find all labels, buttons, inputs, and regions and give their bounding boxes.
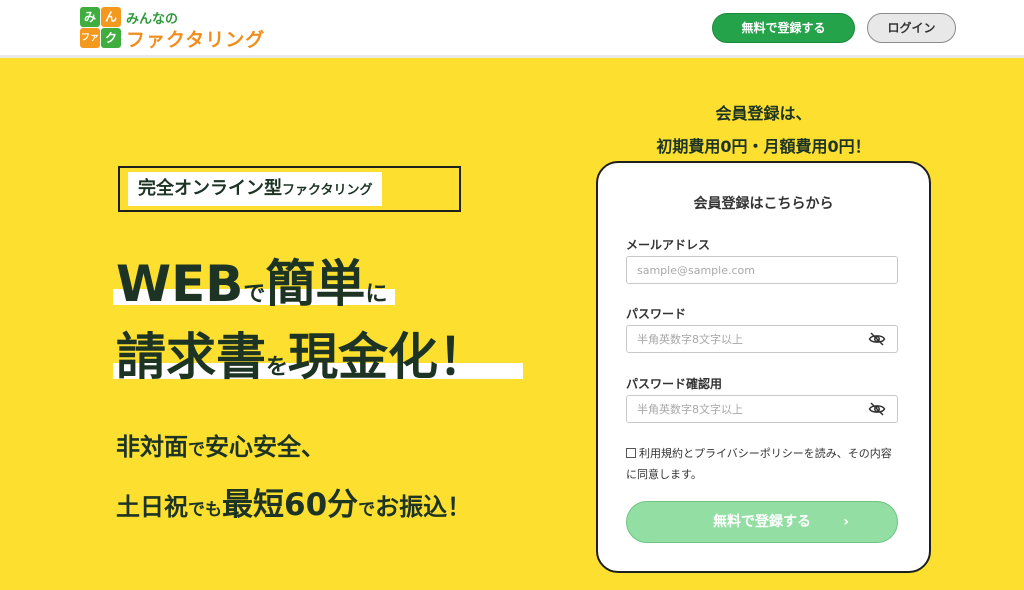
password-confirm-label: パスワード確認用	[626, 377, 723, 391]
submit-label: 無料で登録する	[713, 514, 811, 530]
header-login-button[interactable]: ログイン	[867, 13, 956, 43]
subline-text: 土日祝	[116, 493, 188, 521]
logo-tile: ク	[101, 28, 121, 48]
chevron-right-icon: ›	[843, 514, 849, 530]
eye-slash-icon[interactable]	[868, 400, 886, 418]
terms-checkbox[interactable]	[626, 448, 636, 458]
headline-text: 簡単	[265, 255, 366, 313]
logo-main-text: ファクタリング	[126, 29, 266, 51]
terms-text: 利用規約とプライバシーポリシーを読み、その内容に同意します。	[626, 447, 892, 481]
submit-signup-button[interactable]: 無料で登録する ›	[626, 501, 898, 543]
password-input[interactable]	[626, 325, 898, 353]
headline-line-2: 請求書を現金化！	[116, 317, 488, 389]
subline-text: で	[188, 440, 205, 460]
email-label: メールアドレス	[626, 238, 711, 252]
subline-text: 非対面	[116, 433, 188, 461]
password-confirm-input[interactable]	[626, 395, 898, 423]
headline-text: で	[243, 282, 266, 307]
hero-subline-2: 土日祝でも最短60分でお振込！	[116, 479, 471, 524]
logo-tile: ん	[101, 7, 121, 27]
badge-sub-text: ファクタリング	[282, 183, 373, 198]
subline-text: 最短60分	[222, 487, 359, 523]
signup-headline-1: 会員登録は、	[715, 104, 812, 123]
password-label: パスワード	[626, 307, 687, 321]
badge-main-text: 完全オンライン型	[138, 178, 282, 199]
headline-line-1: WEBで簡単に	[116, 244, 387, 316]
headline-text: 現金化！	[288, 328, 489, 386]
eye-slash-icon[interactable]	[868, 330, 886, 348]
logo-tile: み	[80, 7, 100, 27]
headline-text: を	[266, 355, 289, 380]
logo-tiles: み ん ファ ク	[80, 7, 122, 49]
subline-text: でも	[188, 500, 222, 520]
subline-text: で	[358, 500, 376, 520]
signup-card-title: 会員登録はこちらから	[693, 196, 834, 212]
subline-text: お振込！	[375, 493, 472, 521]
header-signup-button[interactable]: 無料で登録する	[712, 13, 855, 43]
subline-text: 安心安全、	[205, 433, 325, 461]
email-input[interactable]	[626, 256, 898, 284]
headline-text: に	[365, 282, 388, 307]
site-logo[interactable]: み ん ファ ク みんなの ファクタリング	[80, 7, 280, 51]
headline-text: WEB	[116, 255, 244, 313]
headline-text: 請求書	[116, 328, 266, 386]
site-header: み ん ファ ク みんなの ファクタリング 無料で登録する ログイン	[0, 0, 1024, 58]
logo-tile: ファ	[80, 28, 100, 48]
hero-badge: 完全オンライン型ファクタリング	[128, 172, 383, 206]
terms-agreement: 利用規約とプライバシーポリシーを読み、その内容に同意します。	[626, 443, 901, 485]
signup-headline-2: 初期費用0円・月額費用0円！	[656, 137, 871, 156]
hero-subline-1: 非対面で安心安全、	[116, 427, 325, 462]
